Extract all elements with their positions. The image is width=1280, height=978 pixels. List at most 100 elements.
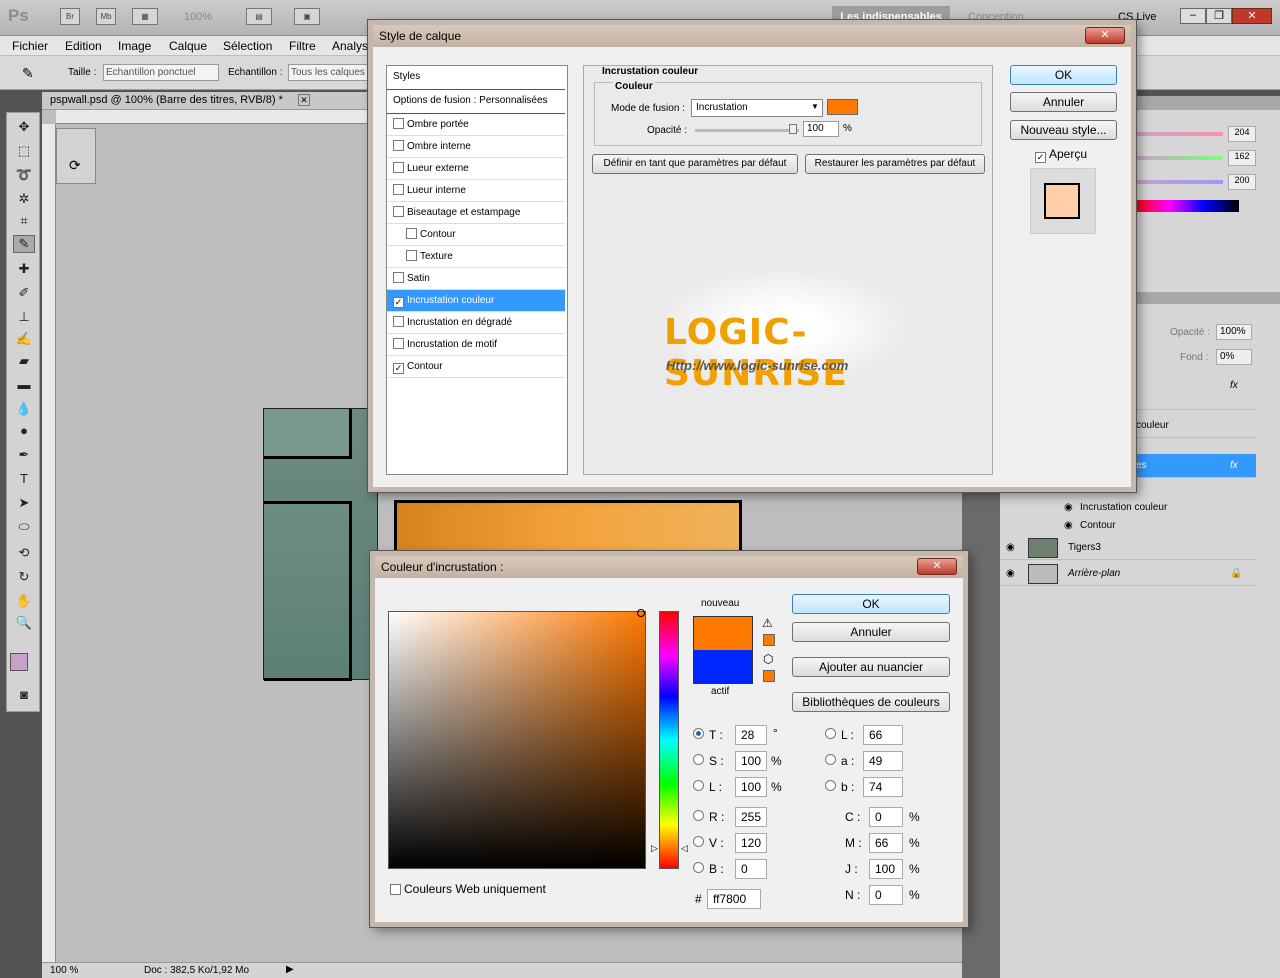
green-input[interactable]: 120 [735,833,767,853]
black-input[interactable]: 0 [869,885,903,905]
green-field[interactable]: V : 120 [693,833,783,853]
effect-checkbox[interactable] [393,162,404,173]
effect-checkbox[interactable] [393,338,404,349]
layer-row[interactable]: ◉ Tigers3 [1000,536,1256,560]
color-field[interactable] [388,611,646,869]
restore-icon[interactable]: ❐ [1206,8,1232,24]
color-cancel-button[interactable]: Annuler [792,622,950,642]
color-slider-g[interactable] [1135,156,1223,160]
add-to-swatches-button[interactable]: Ajouter au nuancier [792,657,950,677]
dodge-tool-icon[interactable]: ● [13,423,35,441]
brush-tool-icon[interactable]: ✐ [13,285,35,303]
effect-checkbox[interactable] [393,316,404,327]
foreground-color-swatch[interactable] [10,653,28,671]
status-zoom[interactable]: 100 % [50,965,78,976]
set-default-button[interactable]: Définir en tant que paramètres par défau… [592,154,798,174]
menu-image[interactable]: Image [118,39,151,53]
menu-layer[interactable]: Calque [169,39,207,53]
effect-row[interactable]: ◉ Contour [1000,514,1256,538]
move-tool-icon[interactable]: ✥ [13,119,35,137]
menu-analysis[interactable]: Analys [332,39,368,53]
lab-a-input[interactable]: 49 [863,751,903,771]
effect-row[interactable]: Satin [387,268,565,290]
style-ok-button[interactable]: OK [1010,65,1117,85]
arrange-icon[interactable]: ▤ [246,8,272,25]
lab-l-radio[interactable] [825,728,836,739]
brightness-radio[interactable] [693,780,704,791]
blue-field[interactable]: B : 0 [693,859,783,879]
web-safe-swatch[interactable] [763,670,775,682]
color-ramp[interactable] [1135,200,1239,212]
opacity-slider[interactable] [695,129,799,132]
view-extras-icon[interactable]: ▦ [132,8,158,25]
web-colors-checkbox[interactable]: Couleurs Web uniquement [390,882,546,896]
pen-tool-icon[interactable]: ✒ [13,447,35,465]
overlay-color-swatch[interactable] [827,99,858,115]
web-safe-icon[interactable]: ⬡ [763,652,773,666]
marquee-tool-icon[interactable]: ⬚ [13,143,35,161]
effect-row[interactable]: ✓ Contour [387,356,565,378]
preview-checkbox[interactable]: ✓ Aperçu [1035,147,1087,163]
menu-edit[interactable]: Edition [65,39,102,53]
brightness-input[interactable]: 100 [735,777,767,797]
layer-style-close-icon[interactable]: ✕ [1085,27,1125,44]
blue-input[interactable]: 0 [735,859,767,879]
status-arrow-icon[interactable]: ▶ [286,964,294,975]
document-tab[interactable]: pspwall.psd @ 100% (Barre des titres, RV… [50,94,283,106]
color-slider-b[interactable] [1135,180,1223,184]
layers-fill-value[interactable]: 0% [1216,349,1252,365]
effect-row[interactable]: Texture [387,246,565,268]
menu-filter[interactable]: Filtre [289,39,316,53]
history-icon[interactable]: ⟳ [69,157,81,174]
minimize-icon[interactable]: – [1180,8,1206,24]
color-libraries-button[interactable]: Bibliothèques de couleurs [792,692,950,712]
path-select-icon[interactable]: ➤ [13,495,35,513]
menu-file[interactable]: Fichier [12,39,48,53]
effect-checkbox[interactable] [406,250,417,261]
layer-row[interactable]: ◉ Arrière-plan 🔒 [1000,562,1256,586]
restore-default-button[interactable]: Restaurer les paramètres par défaut [805,154,985,174]
saturation-radio[interactable] [693,754,704,765]
color-slider-r[interactable] [1135,132,1223,136]
color-value-b[interactable]: 200 [1228,174,1256,190]
effect-checkbox[interactable]: ✓ [393,297,404,308]
hue-slider-right-arrow[interactable]: ◁ [681,843,688,854]
yellow-input[interactable]: 100 [869,859,903,879]
color-value-g[interactable]: 162 [1228,150,1256,166]
lab-b-radio[interactable] [825,780,836,791]
color-value-r[interactable]: 204 [1228,126,1256,142]
color-ok-button[interactable]: OK [792,594,950,614]
blue-radio[interactable] [693,862,704,873]
saturation-input[interactable]: 100 [735,751,767,771]
effect-row[interactable]: Ombre portée [387,114,565,136]
cyan-input[interactable]: 0 [869,807,903,827]
eraser-tool-icon[interactable]: ▰ [13,353,35,371]
effect-row[interactable]: Lueur externe [387,158,565,180]
hex-input[interactable]: ff7800 [707,889,761,909]
3d-orbit-icon[interactable]: ↻ [13,569,35,587]
saturation-field[interactable]: S : 100% [693,751,783,771]
app-close-icon[interactable]: ✕ [1232,8,1272,24]
bridge-icon[interactable]: Br [60,8,80,25]
effect-row[interactable]: Ombre interne [387,136,565,158]
effect-row[interactable]: Incrustation en dégradé [387,312,565,334]
layers-opacity-value[interactable]: 100% [1216,324,1252,340]
quick-mask-icon[interactable]: ◙ [13,687,35,705]
type-tool-icon[interactable]: T [13,471,35,489]
effect-row[interactable]: Biseautage et estampage [387,202,565,224]
zoom-level[interactable]: 100% [184,11,212,23]
eyedropper-tool-icon[interactable]: ✎ [13,235,35,253]
hue-input[interactable]: 28 [735,725,767,745]
gradient-tool-icon[interactable]: ▬ [13,377,35,395]
current-color-swatch[interactable] [693,650,753,684]
stamp-tool-icon[interactable]: ⊥ [13,309,35,327]
hue-radio[interactable] [693,728,704,739]
shape-tool-icon[interactable]: ⬭ [13,519,35,537]
effect-checkbox[interactable] [393,272,404,283]
red-input[interactable]: 255 [735,807,767,827]
red-field[interactable]: R : 255 [693,807,783,827]
new-style-button[interactable]: Nouveau style... [1010,120,1117,140]
zoom-tool-icon[interactable]: 🔍 [13,615,35,633]
quick-select-tool-icon[interactable]: ✲ [13,191,35,209]
effect-checkbox[interactable] [393,140,404,151]
